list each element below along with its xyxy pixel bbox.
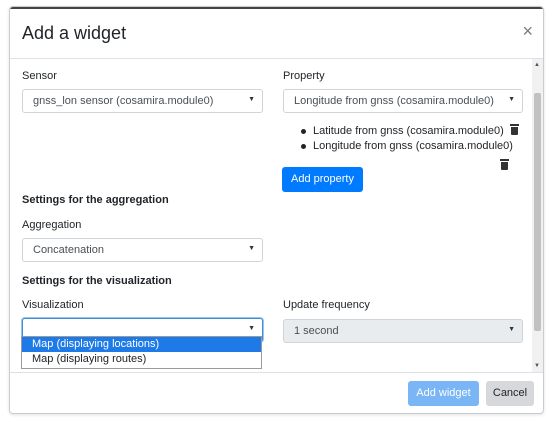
scrollbar-thumb[interactable] <box>534 93 541 331</box>
property-item-label: Longitude from gnss (cosamira.module0) <box>313 140 513 152</box>
visualization-dropdown-menu: Map (displaying locations) Map (displayi… <box>21 336 262 369</box>
visualization-label: Visualization <box>22 299 84 311</box>
chevron-down-icon: ▼ <box>248 245 255 252</box>
chevron-down-icon: ▼ <box>508 326 515 333</box>
dialog-title: Add a widget <box>22 23 127 43</box>
scroll-down-icon[interactable]: ▼ <box>534 363 540 369</box>
trash-icon[interactable] <box>500 159 509 170</box>
visualization-option[interactable]: Map (displaying locations) <box>22 337 261 352</box>
dialog-header: Add a widget × <box>10 7 543 59</box>
visualization-heading: Settings for the visualization <box>22 275 172 287</box>
aggregation-select-value: Concatenation <box>33 244 104 256</box>
add-widget-button[interactable]: Add widget <box>408 381 479 406</box>
update-frequency-select[interactable]: 1 second ▼ <box>283 319 523 343</box>
property-select-value: Longitude from gnss (cosamira.module0) <box>294 95 494 107</box>
dialog-scrollbar[interactable]: ▲ ▼ <box>532 59 543 372</box>
chevron-down-icon: ▼ <box>248 325 255 332</box>
sensor-label: Sensor <box>22 70 57 82</box>
trash-icon[interactable] <box>509 124 519 135</box>
cancel-button[interactable]: Cancel <box>486 381 534 406</box>
close-icon[interactable]: × <box>522 22 533 40</box>
bullet-icon <box>301 144 306 149</box>
scroll-up-icon[interactable]: ▲ <box>534 62 540 68</box>
list-item: Longitude from gnss (cosamira.module0) <box>299 139 519 154</box>
selected-properties-list: Latitude from gnss (cosamira.module0) Lo… <box>299 124 519 154</box>
dialog-footer: Add widget Cancel <box>10 372 543 413</box>
sensor-select[interactable]: gnss_lon sensor (cosamira.module0) ▼ <box>22 89 263 113</box>
chevron-down-icon: ▼ <box>508 96 515 103</box>
property-label: Property <box>283 70 325 82</box>
visualization-option[interactable]: Map (displaying routes) <box>22 352 261 367</box>
property-select[interactable]: Longitude from gnss (cosamira.module0) ▼ <box>283 89 523 113</box>
update-frequency-label: Update frequency <box>283 299 370 311</box>
sensor-select-value: gnss_lon sensor (cosamira.module0) <box>33 95 214 107</box>
chevron-down-icon: ▼ <box>248 96 255 103</box>
dialog-body: Sensor gnss_lon sensor (cosamira.module0… <box>10 59 532 372</box>
aggregation-heading: Settings for the aggregation <box>22 194 169 206</box>
aggregation-select[interactable]: Concatenation ▼ <box>22 238 263 262</box>
list-item: Latitude from gnss (cosamira.module0) <box>299 124 519 139</box>
aggregation-label: Aggregation <box>22 219 82 231</box>
bullet-icon <box>301 129 306 134</box>
property-item-label: Latitude from gnss (cosamira.module0) <box>313 125 504 137</box>
update-frequency-select-value: 1 second <box>294 325 339 337</box>
add-property-button[interactable]: Add property <box>282 167 363 192</box>
